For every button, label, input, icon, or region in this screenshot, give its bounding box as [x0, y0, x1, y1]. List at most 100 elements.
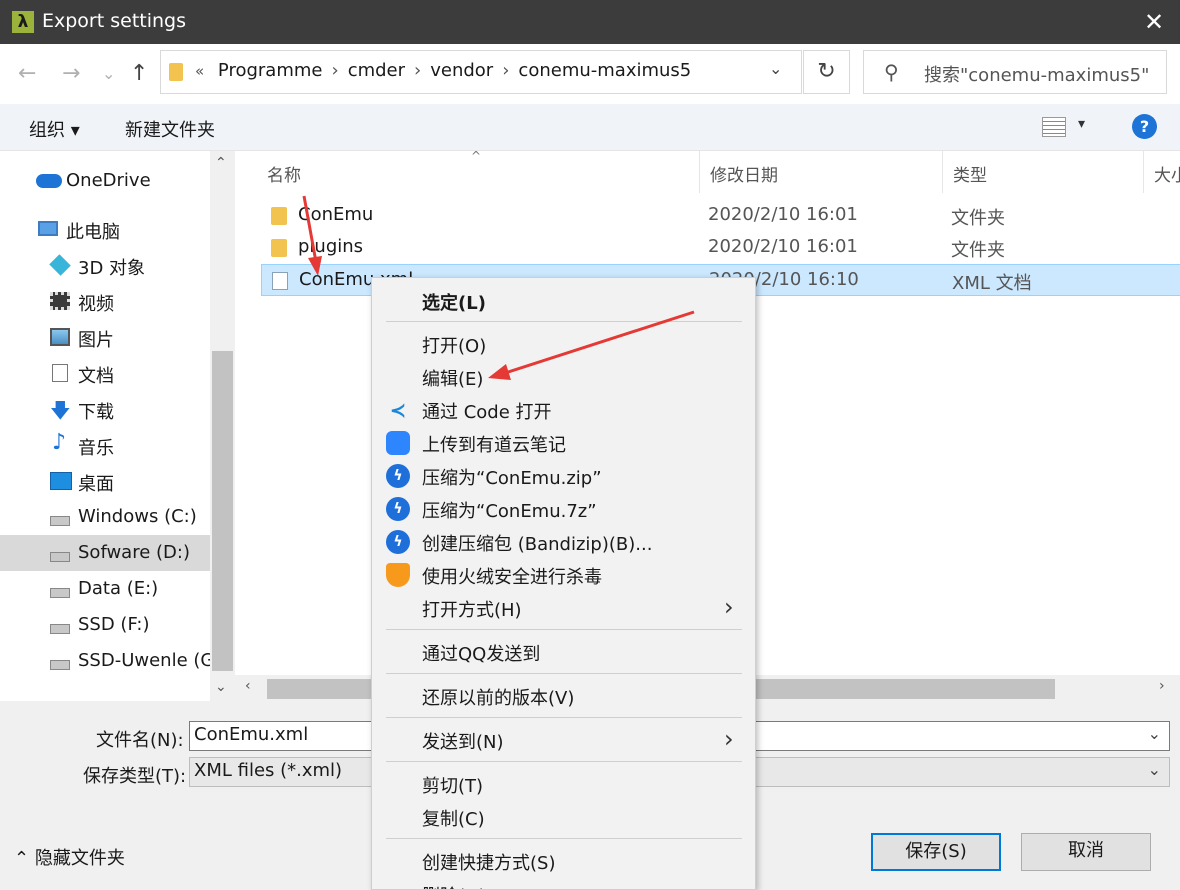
computer-icon: [38, 221, 58, 236]
menu-item-cut[interactable]: 剪切(T): [372, 767, 755, 800]
address-prefix[interactable]: «: [195, 62, 204, 80]
search-icon: ⚲: [884, 60, 899, 84]
menu-item-huorong-scan[interactable]: 使用火绒安全进行杀毒: [372, 558, 755, 591]
filetype-label: 保存类型(T):: [83, 766, 187, 787]
sidebar-item-desktop[interactable]: 桌面: [0, 463, 210, 499]
organize-button[interactable]: 组织 ▾: [29, 116, 80, 142]
bandizip-icon: ϟ: [386, 464, 410, 488]
sidebar-item-videos[interactable]: 视频: [0, 283, 210, 319]
menu-item-delete[interactable]: 删除(D): [372, 877, 755, 889]
menu-item-compress-zip[interactable]: ϟ 压缩为“ConEmu.zip”: [372, 459, 755, 492]
breadcrumb-programme[interactable]: Programme: [218, 60, 323, 81]
menu-item-label: 压缩为“ConEmu.zip”: [422, 468, 602, 489]
column-header-type[interactable]: 类型: [942, 151, 1143, 193]
menu-item-label: 创建压缩包 (Bandizip)(B)...: [422, 534, 653, 555]
sidebar-item-label: 图片: [78, 330, 114, 351]
menu-item-compress-7z[interactable]: ϟ 压缩为“ConEmu.7z”: [372, 492, 755, 525]
breadcrumb-cmder[interactable]: cmder: [348, 60, 405, 81]
menu-item-youdao-upload[interactable]: 上传到有道云笔记: [372, 426, 755, 459]
window-title: Export settings: [42, 10, 187, 32]
sidebar-item-pictures[interactable]: 图片: [0, 319, 210, 355]
menu-item-open-with[interactable]: 打开方式(H) ›: [372, 591, 755, 624]
menu-item-bandizip-archive[interactable]: ϟ 创建压缩包 (Bandizip)(B)...: [372, 525, 755, 558]
sidebar-item-label: SSD-Uwenle (G:: [78, 650, 210, 671]
menu-item-send-to[interactable]: 发送到(N) ›: [372, 723, 755, 756]
sidebar-item-documents[interactable]: 文档: [0, 355, 210, 391]
sidebar-item-drive-d[interactable]: Sofware (D:): [0, 535, 210, 571]
chevron-right-icon[interactable]: ›: [405, 60, 430, 81]
sidebar-item-drive-f[interactable]: SSD (F:): [0, 607, 210, 643]
menu-item-label: 打开(O): [422, 336, 487, 357]
sidebar-item-3d-objects[interactable]: 3D 对象: [0, 247, 210, 283]
address-bar[interactable]: « Programme › cmder › vendor › conemu-maximus5…: [160, 50, 802, 94]
menu-item-label: 编辑(E): [422, 369, 484, 390]
help-icon[interactable]: ?: [1132, 114, 1157, 139]
file-row-conemu-folder[interactable]: ConEmu 2020/2/10 16:01 文件夹: [261, 200, 1180, 232]
chevron-down-icon[interactable]: ▾: [1078, 116, 1085, 132]
column-header-name[interactable]: 名称: [255, 151, 699, 193]
chevron-right-icon[interactable]: ›: [1159, 678, 1165, 694]
menu-item-select[interactable]: 选定(L): [372, 284, 755, 317]
drive-icon: [50, 552, 70, 562]
sidebar-item-drive-g[interactable]: SSD-Uwenle (G:: [0, 643, 210, 679]
refresh-icon[interactable]: ↻: [803, 50, 850, 94]
sidebar-item-label: 3D 对象: [78, 258, 146, 279]
sidebar-item-this-pc[interactable]: 此电脑: [0, 211, 210, 247]
bandizip-icon: ϟ: [386, 497, 410, 521]
file-row-plugins-folder[interactable]: plugins 2020/2/10 16:01 文件夹: [261, 232, 1180, 264]
sidebar-item-drive-c[interactable]: Windows (C:): [0, 499, 210, 535]
picture-icon: [50, 328, 70, 346]
recent-locations-icon[interactable]: ⌄: [102, 60, 115, 88]
sidebar-item-downloads[interactable]: 🡇 下载: [0, 391, 210, 427]
scrollbar-thumb[interactable]: [212, 351, 233, 671]
menu-item-open[interactable]: 打开(O): [372, 327, 755, 360]
menu-item-label: 还原以前的版本(V): [422, 688, 575, 709]
cancel-button[interactable]: 取消: [1021, 833, 1151, 871]
menu-item-create-shortcut[interactable]: 创建快捷方式(S): [372, 844, 755, 877]
view-options-icon[interactable]: [1042, 117, 1066, 137]
menu-item-send-via-qq[interactable]: 通过QQ发送到: [372, 635, 755, 668]
navigation-bar: ← → ⌄ ↑ « Programme › cmder › vendor › conemu-…: [0, 44, 1180, 104]
back-icon[interactable]: ←: [18, 60, 36, 88]
menu-separator: [386, 838, 742, 839]
command-bar: 组织 ▾ 新建文件夹 ▾ ?: [0, 104, 1180, 151]
chevron-right-icon[interactable]: ›: [493, 60, 518, 81]
chevron-right-icon[interactable]: ›: [322, 60, 347, 81]
chevron-down-icon[interactable]: ⌄: [769, 59, 782, 78]
sidebar-item-drive-e[interactable]: Data (E:): [0, 571, 210, 607]
close-icon[interactable]: ✕: [1128, 0, 1180, 44]
navigation-pane: OneDrive 此电脑 3D 对象 视频 图片 文档 🡇 下载 ♪ 音乐 桌面…: [0, 151, 235, 701]
huorong-shield-icon: [386, 563, 410, 587]
forward-icon[interactable]: →: [62, 60, 80, 88]
music-icon: ♪: [52, 430, 67, 455]
chevron-left-icon[interactable]: ‹: [245, 678, 251, 694]
menu-item-label: 压缩为“ConEmu.7z”: [422, 501, 597, 522]
folder-icon: [271, 207, 287, 225]
column-header-date[interactable]: 修改日期: [699, 151, 942, 193]
column-header-size[interactable]: 大小: [1143, 151, 1180, 193]
chevron-up-icon[interactable]: ⌃: [215, 155, 227, 171]
chevron-down-icon[interactable]: ⌄: [1148, 724, 1161, 743]
menu-item-restore-previous[interactable]: 还原以前的版本(V): [372, 679, 755, 712]
filename-value: ConEmu.xml: [194, 724, 309, 745]
search-input[interactable]: ⚲ 搜索"conemu-maximus5": [863, 50, 1167, 94]
sidebar-item-music[interactable]: ♪ 音乐: [0, 427, 210, 463]
menu-item-open-with-code[interactable]: ≺ 通过 Code 打开: [372, 393, 755, 426]
sidebar-item-label: 此电脑: [66, 222, 120, 243]
hide-folders-toggle[interactable]: ⌃ 隐藏文件夹: [14, 844, 125, 870]
breadcrumb-conemu-maximus5[interactable]: conemu-maximus5: [518, 60, 691, 81]
drive-icon: [50, 624, 70, 634]
breadcrumb-vendor[interactable]: vendor: [430, 60, 493, 81]
filetype-value: XML files (*.xml): [194, 760, 343, 781]
menu-item-edit[interactable]: 编辑(E): [372, 360, 755, 393]
sidebar-scrollbar[interactable]: ⌃ ⌄: [210, 151, 235, 701]
chevron-down-icon[interactable]: ⌄: [215, 679, 227, 695]
menu-item-copy[interactable]: 复制(C): [372, 800, 755, 833]
new-folder-button[interactable]: 新建文件夹: [125, 116, 215, 142]
save-button[interactable]: 保存(S): [871, 833, 1001, 871]
column-label: 类型: [953, 166, 987, 186]
vscode-icon: ≺: [389, 398, 407, 422]
chevron-down-icon[interactable]: ⌄: [1148, 760, 1161, 779]
sidebar-item-onedrive[interactable]: OneDrive: [0, 163, 210, 199]
up-icon[interactable]: ↑: [130, 60, 148, 88]
